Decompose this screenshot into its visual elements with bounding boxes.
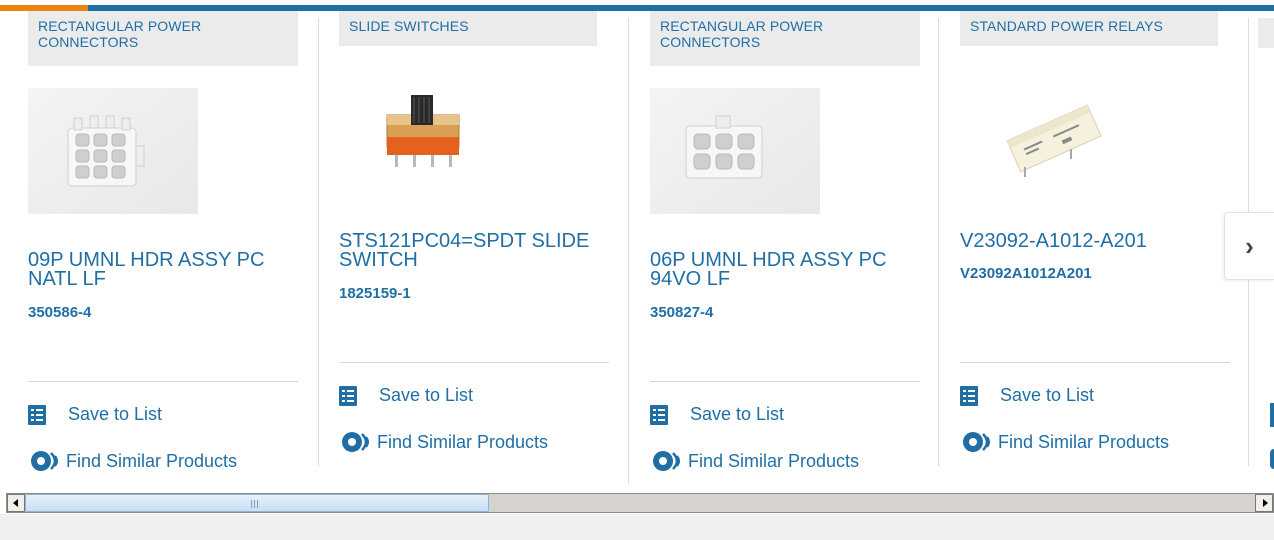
find-similar-label: Find Similar Products <box>66 450 238 471</box>
save-to-list-label: Save to List <box>1000 385 1095 405</box>
save-to-list-button[interactable]: Save to List <box>28 404 162 425</box>
next-card-save-icon-peek <box>1270 403 1274 427</box>
card-divider <box>960 362 1230 363</box>
part-number[interactable]: 350586-4 <box>28 304 91 321</box>
find-similar-button[interactable]: Find Similar Products <box>960 430 1169 454</box>
similar-products-icon <box>653 451 680 471</box>
scroll-left-arrow-icon[interactable] <box>7 494 25 512</box>
find-similar-button[interactable]: Find Similar Products <box>339 430 548 454</box>
similar-products-icon <box>963 432 990 452</box>
scrollbar-grip <box>251 500 259 508</box>
find-similar-label: Find Similar Products <box>688 450 860 471</box>
checklist-icon <box>339 385 357 406</box>
save-to-list-label: Save to List <box>690 404 785 424</box>
next-card-category-peek <box>1258 18 1274 48</box>
find-similar-label: Find Similar Products <box>998 431 1170 452</box>
find-similar-button[interactable]: Find Similar Products <box>28 449 237 473</box>
card-divider <box>28 381 298 382</box>
save-to-list-label: Save to List <box>379 385 474 405</box>
top-accent-bar <box>0 0 1274 11</box>
save-to-list-button[interactable]: Save to List <box>960 385 1094 406</box>
product-image[interactable] <box>1000 93 1110 183</box>
part-number[interactable]: 1825159-1 <box>339 285 411 302</box>
checklist-icon <box>650 404 668 425</box>
part-number[interactable]: 350827-4 <box>650 304 713 321</box>
product-card: SLIDE SWITCHES STS121PC04=SPDT SLIDE SWI… <box>339 11 611 471</box>
horizontal-scrollbar[interactable] <box>6 493 1274 513</box>
card-divider <box>339 362 609 363</box>
find-similar-label: Find Similar Products <box>377 431 549 452</box>
product-title[interactable]: V23092-A1012-A201 <box>960 231 1225 251</box>
card-separator <box>938 18 939 466</box>
part-number[interactable]: V23092A1012A201 <box>960 265 1092 282</box>
checklist-icon <box>960 385 978 406</box>
scroll-right-arrow-icon[interactable] <box>1255 494 1273 512</box>
card-separator <box>318 18 319 466</box>
product-image[interactable] <box>650 88 820 214</box>
product-category[interactable]: SLIDE SWITCHES <box>339 11 597 46</box>
chevron-right-icon: › <box>1245 230 1254 261</box>
product-card: RECTANGULAR POWER CONNECTORS 06P UMNL HD… <box>650 11 922 471</box>
product-image[interactable] <box>379 89 479 179</box>
product-title[interactable]: STS121PC04=SPDT SLIDE SWITCH <box>339 231 604 270</box>
similar-products-icon <box>31 451 58 471</box>
product-image[interactable] <box>28 88 198 214</box>
product-category[interactable]: STANDARD POWER RELAYS <box>960 11 1218 46</box>
save-to-list-button[interactable]: Save to List <box>650 404 784 425</box>
similar-products-icon <box>342 432 369 452</box>
bottom-panel <box>0 514 1274 540</box>
card-separator <box>628 18 629 484</box>
product-card: RECTANGULAR POWER CONNECTORS 09P UMNL HD… <box>28 11 300 471</box>
product-title[interactable]: 06P UMNL HDR ASSY PC 94VO LF <box>650 250 915 289</box>
carousel-next-button[interactable]: › <box>1224 212 1274 280</box>
product-title[interactable]: 09P UMNL HDR ASSY PC NATL LF <box>28 250 293 289</box>
product-category[interactable]: RECTANGULAR POWER CONNECTORS <box>650 11 920 66</box>
next-card-similar-icon-peek <box>1270 449 1274 469</box>
product-card: STANDARD POWER RELAYS V23092-A1012-A201 … <box>960 11 1232 471</box>
find-similar-button[interactable]: Find Similar Products <box>650 449 859 473</box>
save-to-list-label: Save to List <box>68 404 163 424</box>
product-category[interactable]: RECTANGULAR POWER CONNECTORS <box>28 11 298 66</box>
scrollbar-thumb[interactable] <box>25 494 489 512</box>
card-divider <box>650 381 920 382</box>
save-to-list-button[interactable]: Save to List <box>339 385 473 406</box>
checklist-icon <box>28 404 46 425</box>
